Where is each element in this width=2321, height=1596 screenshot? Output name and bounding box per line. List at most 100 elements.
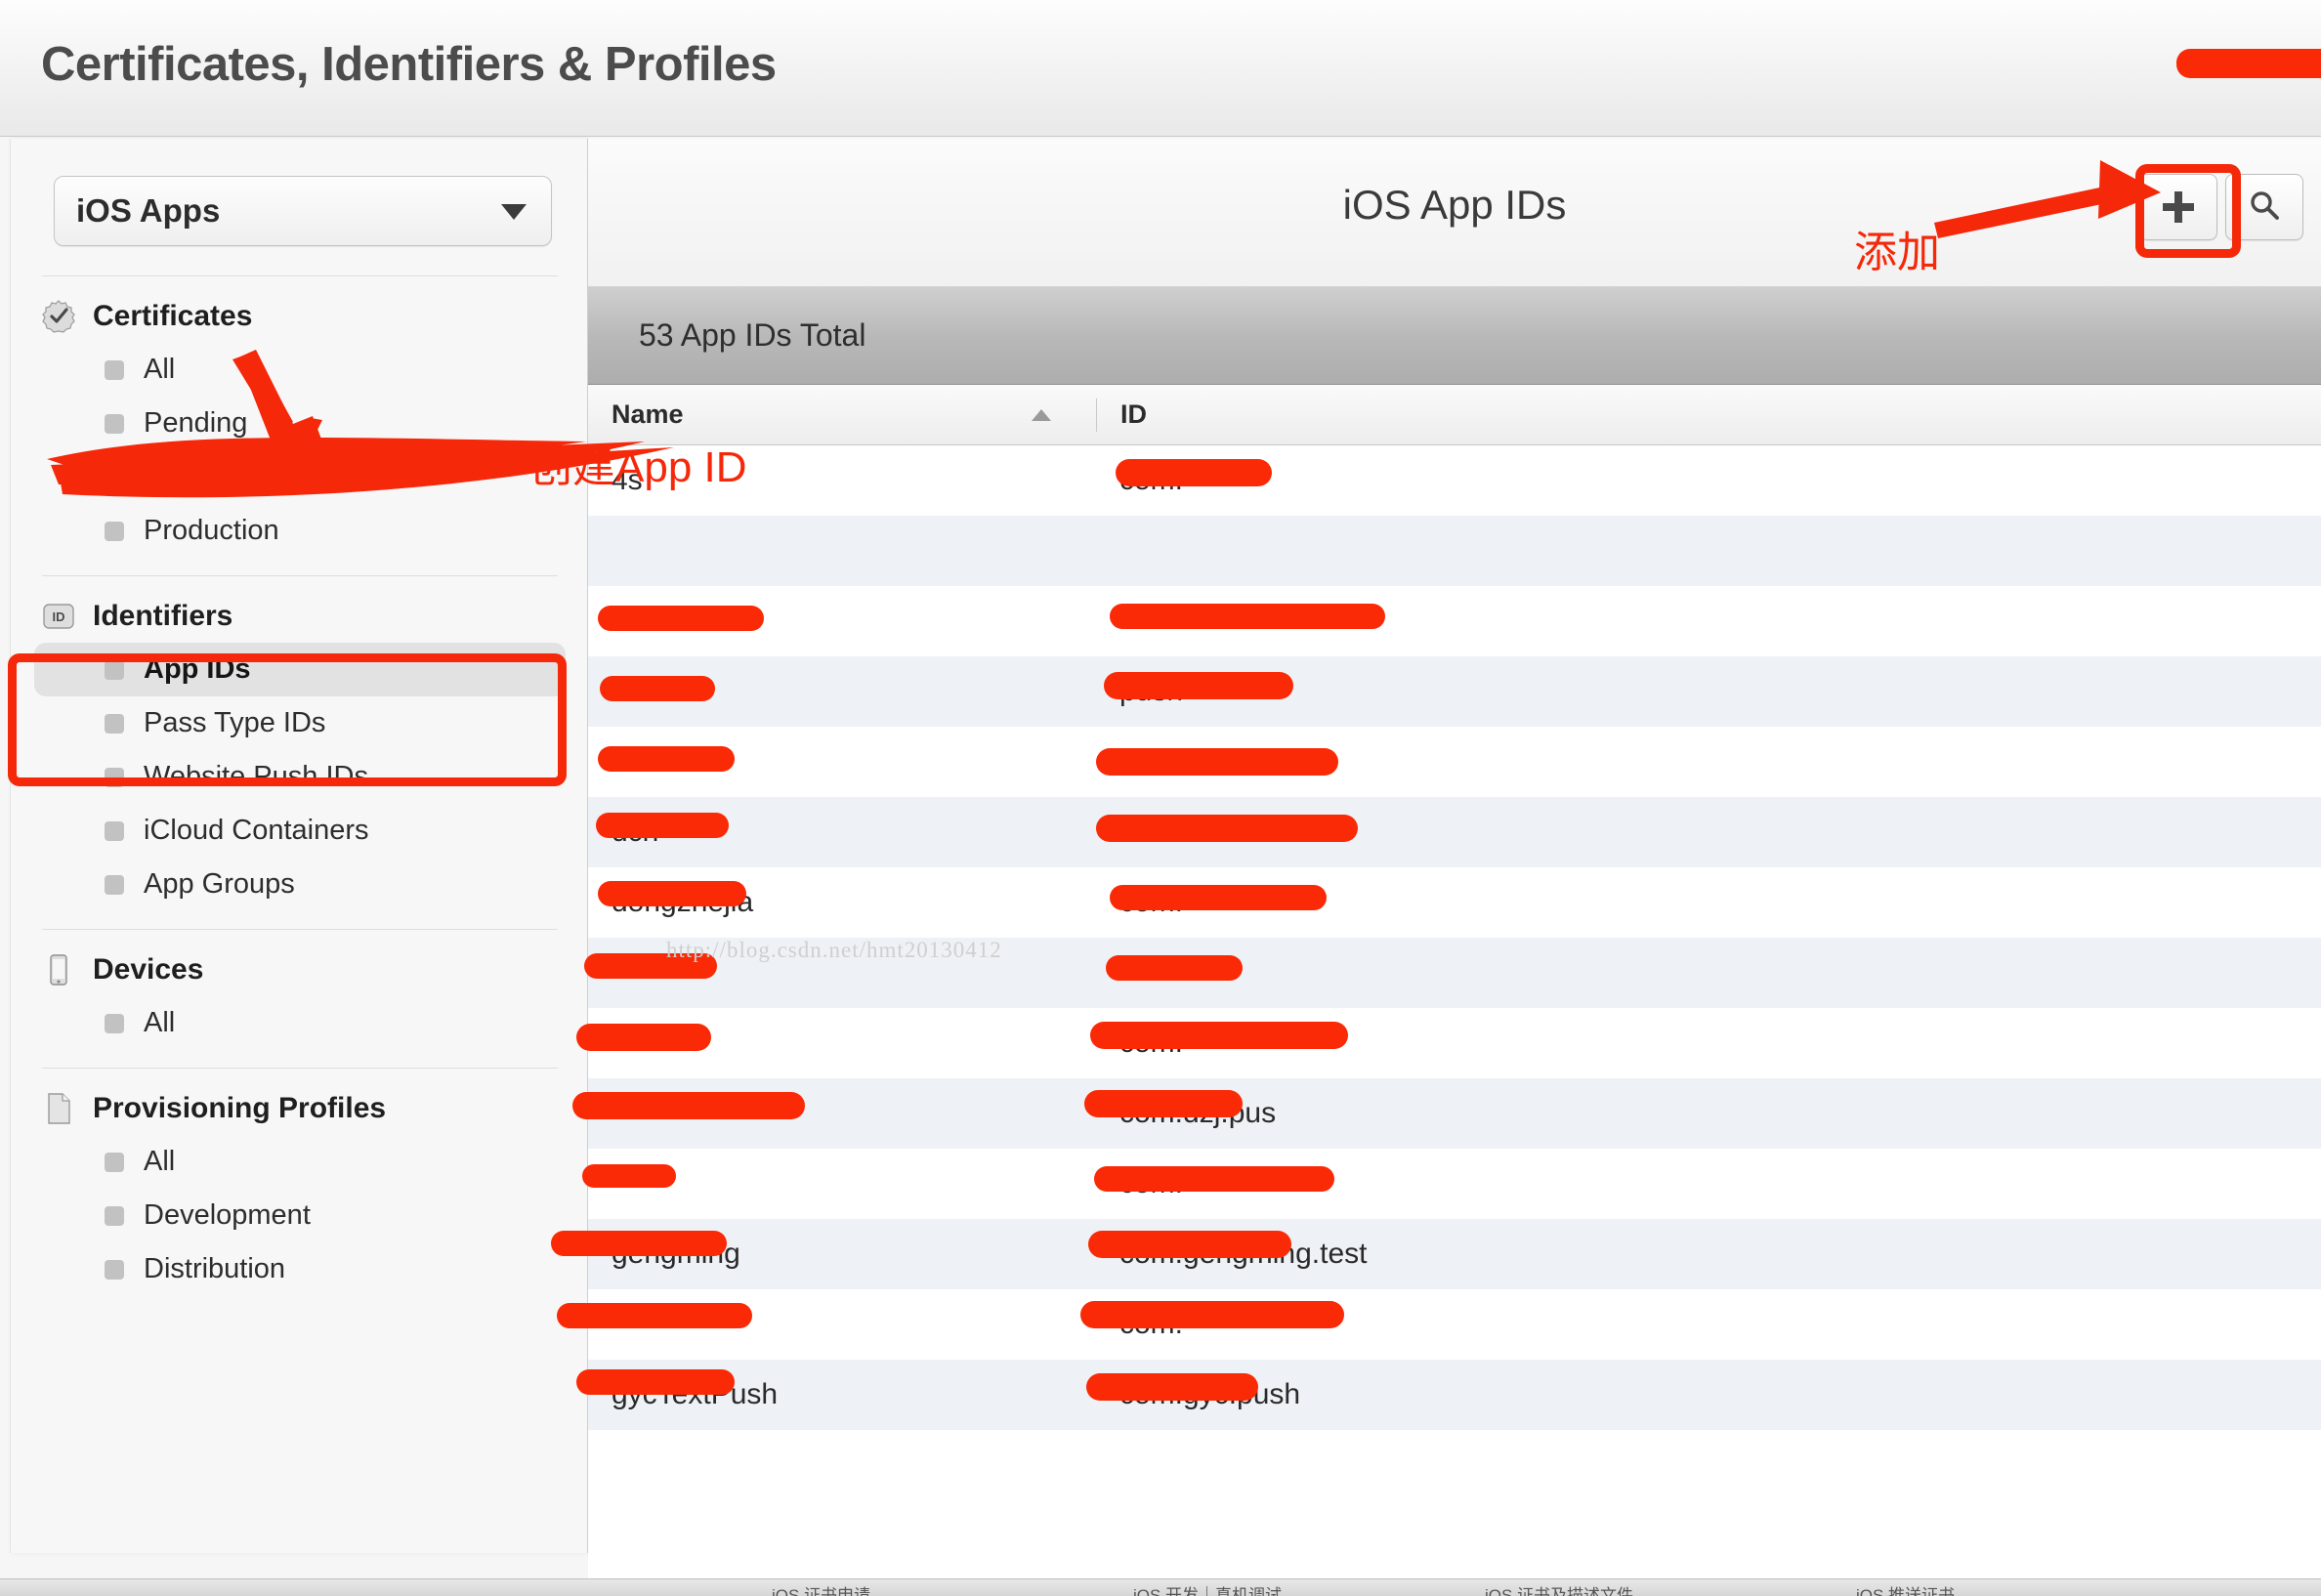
sidebar-group-label: Provisioning Profiles [93, 1092, 387, 1124]
sidebar-item-certificates-development[interactable]: Development [34, 450, 566, 504]
cell-name-text: 4s [612, 464, 643, 496]
search-button[interactable] [2225, 174, 2303, 240]
sidebar-item-certificates[interactable]: Certificates [11, 290, 589, 343]
sidebar-item-provisioning-profiles[interactable]: Provisioning Profiles [11, 1082, 589, 1135]
cell-name [588, 727, 1096, 797]
table-row[interactable] [588, 586, 2321, 656]
table-row[interactable]: com.ch [588, 727, 2321, 797]
sidebar-item-app-ids[interactable]: App IDs [34, 643, 566, 696]
table-row[interactable]: push [588, 656, 2321, 727]
redaction-stroke [551, 1231, 727, 1256]
cell-id [1096, 586, 2321, 656]
redaction-stroke [1110, 604, 1385, 629]
sidebar-item-devices[interactable]: Devices [11, 944, 589, 996]
taskbar-item[interactable]: iOS 证书申请 [772, 1581, 870, 1596]
sidebar-item-label: All [144, 1007, 176, 1038]
cell-name [582, 1149, 1096, 1219]
account-name-wrapper: abcxyz [2176, 47, 2321, 78]
sidebar-item-pass-type-ids[interactable]: Pass Type IDs [34, 696, 566, 750]
platform-select-box[interactable]: iOS Apps [54, 176, 552, 246]
cell-id: com.gyc.push [1086, 1360, 2321, 1430]
sort-ascending-icon [1032, 408, 1051, 421]
sidebar-item-label: All [144, 1146, 176, 1177]
table-row[interactable]: gycTextPush com.gyc.push [576, 1360, 2321, 1430]
cell-name [572, 1078, 1096, 1149]
redaction-stroke [2176, 49, 2321, 78]
table-row[interactable]: com. [557, 1289, 2321, 1360]
table-row[interactable]: dch com. [588, 797, 2321, 867]
total-count-bar: 53 App IDs Total [588, 287, 2321, 385]
redaction-stroke [1104, 672, 1293, 699]
table-row[interactable] [588, 516, 2321, 586]
bullet-icon [105, 521, 124, 541]
sidebar-item-devices-all[interactable]: All [34, 996, 566, 1050]
cell-id: com.dzj.pus [1084, 1078, 2321, 1149]
sidebar-group-label: Identifiers [93, 600, 233, 632]
account-menu[interactable]: abcxyz [2176, 47, 2321, 78]
sidebar-item-profiles-development[interactable]: Development [34, 1189, 566, 1242]
chevron-down-icon[interactable] [501, 204, 527, 220]
table-row[interactable] [584, 938, 2321, 1008]
redaction-stroke [1080, 1301, 1344, 1328]
cell-name: 4s [588, 445, 1096, 516]
redaction-stroke [1106, 955, 1243, 981]
sidebar-item-label: App Groups [144, 868, 295, 900]
sidebar-item-identifiers[interactable]: ID Identifiers [11, 590, 589, 643]
sidebar-item-profiles-distribution[interactable]: Distribution [34, 1242, 566, 1296]
column-header-id[interactable]: ID [1097, 399, 1147, 430]
table-row[interactable]: 4s com. [588, 445, 2321, 516]
table-row[interactable]: com.dzj.pus [572, 1078, 2321, 1149]
bullet-icon [105, 874, 124, 895]
redaction-stroke [557, 1303, 752, 1328]
table-row[interactable]: gengming com.gengming.test [551, 1219, 2321, 1289]
taskbar-item[interactable]: iOS 证书及描述文件 [1485, 1581, 1633, 1596]
search-icon [2248, 189, 2281, 227]
table-row[interactable]: dongzhejia com. [588, 867, 2321, 938]
cell-name [588, 586, 1096, 656]
sidebar-item-certificates-all[interactable]: All [34, 343, 566, 397]
taskbar-item[interactable]: iOS 开发｜真机调试 [1133, 1581, 1282, 1596]
redaction-stroke [584, 953, 717, 979]
cell-name [584, 938, 1096, 1008]
sidebar-item-label: Pending [144, 407, 248, 439]
redaction-stroke [1116, 459, 1272, 486]
cell-id: com.ch [1096, 727, 2321, 797]
sidebar-group-devices: Devices All [11, 930, 589, 1068]
bullet-icon [105, 820, 124, 841]
cell-id: com. [1096, 867, 2321, 938]
cell-name: gycTextPush [576, 1360, 1096, 1430]
table-body: 4s com. [551, 445, 2321, 1430]
sidebar-item-profiles-all[interactable]: All [34, 1135, 566, 1189]
table-row[interactable]: com. [582, 1149, 2321, 1219]
sidebar-item-certificates-pending[interactable]: Pending [34, 397, 566, 450]
page-title: Certificates, Identifiers & Profiles [41, 38, 777, 91]
sidebar-item-icloud-containers[interactable]: iCloud Containers [34, 804, 566, 858]
redaction-stroke [600, 676, 715, 701]
plus-icon [2163, 191, 2194, 223]
sidebar-item-label: Pass Type IDs [144, 707, 326, 738]
column-header-name[interactable]: Name [588, 399, 1096, 430]
platform-select[interactable]: iOS Apps [54, 176, 552, 246]
table-row[interactable]: com. [576, 1008, 2321, 1078]
sidebar-item-label: App IDs [144, 653, 251, 685]
redaction-stroke [572, 1092, 805, 1119]
sidebar: iOS Apps Certificates All Pending Develo… [10, 139, 588, 1553]
sidebar-item-label: Development [144, 461, 311, 492]
cell-name [588, 656, 1096, 727]
sidebar-item-certificates-production[interactable]: Production [34, 504, 566, 558]
sidebar-item-label: Development [144, 1199, 311, 1231]
add-app-id-button[interactable] [2139, 174, 2217, 240]
browser-taskbar: iOS 证书申请 iOS 开发｜真机调试 iOS 证书及描述文件 iOS 推送证… [0, 1578, 2321, 1596]
main-title: iOS App IDs [1342, 182, 1567, 228]
sidebar-item-website-push-ids[interactable]: Website Push IDs [34, 750, 566, 804]
id-badge-icon: ID [42, 600, 75, 633]
svg-text:ID: ID [53, 609, 65, 624]
sidebar-item-app-groups[interactable]: App Groups [34, 858, 566, 911]
cell-id: com. [1096, 797, 2321, 867]
redaction-stroke [1096, 815, 1358, 842]
taskbar-item[interactable]: iOS 推送证书 [1856, 1581, 1955, 1596]
bullet-icon [105, 413, 124, 434]
bullet-icon [105, 359, 124, 380]
redaction-stroke [582, 1164, 676, 1188]
top-bar: Certificates, Identifiers & Profiles abc… [0, 0, 2321, 137]
